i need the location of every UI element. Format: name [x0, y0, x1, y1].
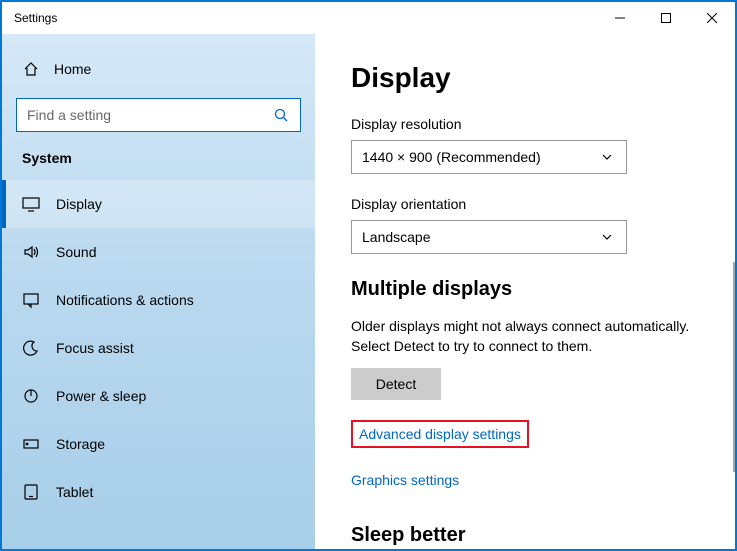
- scrollbar[interactable]: [733, 262, 735, 472]
- orientation-label: Display orientation: [351, 196, 699, 212]
- chevron-down-icon: [598, 148, 616, 166]
- sidebar-home-label: Home: [54, 61, 91, 77]
- graphics-settings-link[interactable]: Graphics settings: [351, 472, 459, 488]
- resolution-label: Display resolution: [351, 116, 699, 132]
- moon-icon: [22, 339, 40, 357]
- sidebar-home[interactable]: Home: [2, 52, 315, 92]
- orientation-value: Landscape: [362, 229, 431, 245]
- sidebar-item-label: Storage: [56, 436, 105, 452]
- detect-button-label: Detect: [376, 376, 416, 392]
- sidebar-item-label: Tablet: [56, 484, 93, 500]
- close-button[interactable]: [689, 2, 735, 34]
- maximize-button[interactable]: [643, 2, 689, 34]
- sidebar-category: System: [2, 150, 315, 180]
- chevron-down-icon: [598, 228, 616, 246]
- sound-icon: [22, 243, 40, 261]
- orientation-select[interactable]: Landscape: [351, 220, 627, 254]
- sidebar-item-focus-assist[interactable]: Focus assist: [2, 324, 315, 372]
- sidebar-item-label: Display: [56, 196, 102, 212]
- resolution-select[interactable]: 1440 × 900 (Recommended): [351, 140, 627, 174]
- sleep-better-heading: Sleep better: [351, 524, 699, 547]
- page-title: Display: [351, 62, 699, 94]
- tablet-icon: [22, 483, 40, 501]
- sidebar-item-label: Sound: [56, 244, 96, 260]
- notification-icon: [22, 291, 40, 309]
- sidebar-item-display[interactable]: Display: [2, 180, 315, 228]
- detect-button[interactable]: Detect: [351, 368, 441, 400]
- minimize-button[interactable]: [597, 2, 643, 34]
- multiple-displays-heading: Multiple displays: [351, 278, 699, 301]
- sidebar-item-label: Focus assist: [56, 340, 134, 356]
- sidebar-item-label: Power & sleep: [56, 388, 146, 404]
- sidebar-item-power-sleep[interactable]: Power & sleep: [2, 372, 315, 420]
- main-panel: Display Display resolution 1440 × 900 (R…: [315, 34, 735, 549]
- sidebar: Home System Display Sound: [2, 34, 315, 549]
- resolution-value: 1440 × 900 (Recommended): [362, 149, 541, 165]
- multiple-displays-desc: Older displays might not always connect …: [351, 317, 699, 356]
- monitor-icon: [22, 195, 40, 213]
- home-icon: [22, 60, 40, 78]
- storage-icon: [22, 435, 40, 453]
- sidebar-item-sound[interactable]: Sound: [2, 228, 315, 276]
- sidebar-item-notifications[interactable]: Notifications & actions: [2, 276, 315, 324]
- search-input-wrap[interactable]: [16, 98, 301, 132]
- search-input[interactable]: [27, 107, 272, 123]
- window-title: Settings: [14, 11, 57, 25]
- sidebar-item-storage[interactable]: Storage: [2, 420, 315, 468]
- sidebar-item-label: Notifications & actions: [56, 292, 194, 308]
- titlebar: Settings: [2, 2, 735, 34]
- power-icon: [22, 387, 40, 405]
- sidebar-item-tablet[interactable]: Tablet: [2, 468, 315, 516]
- advanced-display-settings-link[interactable]: Advanced display settings: [351, 420, 529, 448]
- search-icon: [272, 106, 290, 124]
